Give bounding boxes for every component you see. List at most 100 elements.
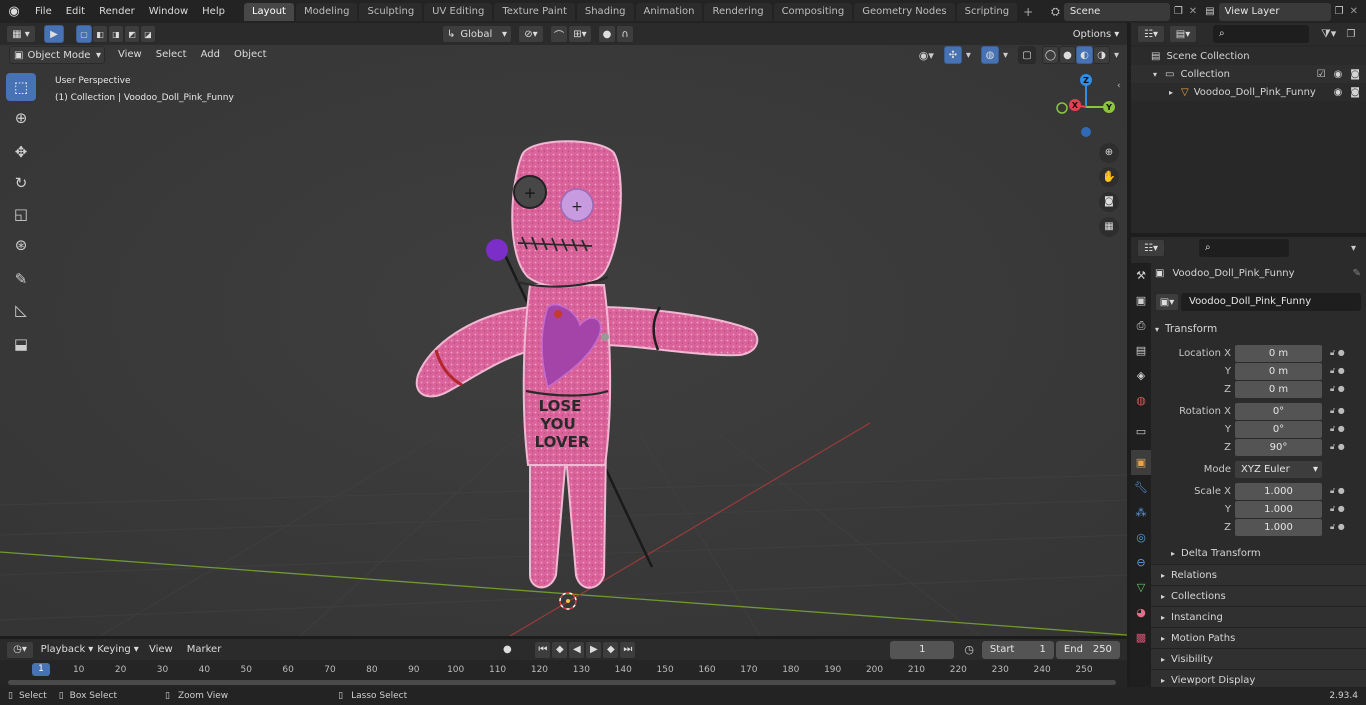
lock-icon[interactable]: 🔓︎ ● [1330,348,1345,358]
tab-shading[interactable]: Shading [576,2,634,21]
perspective-toggle-icon[interactable]: ▦ [1099,217,1119,237]
new-view-layer-icon[interactable]: ❐ [1335,6,1344,17]
options-dropdown[interactable]: Options ▾ [1069,25,1123,43]
filter-icon[interactable]: ⧩▾ [1321,27,1336,41]
annotate-tool-icon[interactable]: ✎ [6,265,36,293]
add-workspace-icon[interactable]: + [1023,5,1033,19]
scene-name-field[interactable]: Scene [1063,2,1170,21]
select-tool-icon[interactable]: ▶ [44,25,64,43]
object-name-field[interactable]: Voodoo_Doll_Pink_Funny [1181,293,1361,311]
outliner-search-input[interactable]: ⌕ [1213,25,1309,43]
section-instancing[interactable]: ▸ Instancing [1151,606,1366,627]
collapse-arrow-icon[interactable]: ▸ [1169,88,1173,97]
select-box-tool-icon[interactable]: ⬚ [6,73,36,101]
rotation-x-field[interactable]: 0° [1235,402,1322,420]
scale-y-field[interactable]: 1.000 [1235,500,1322,518]
viewport-menu-view[interactable]: View [111,45,149,65]
collection-tab-icon[interactable]: ▭ [1131,419,1151,444]
properties-editor-type-button[interactable]: ☷▾ [1137,239,1165,257]
transform-tool-icon[interactable]: ⊛ [6,231,36,259]
tab-compositing[interactable]: Compositing [773,2,853,21]
new-collection-icon[interactable]: ❐ [1346,29,1355,40]
outliner-editor-type-button[interactable]: ☷▾ [1137,25,1165,43]
delete-view-layer-icon[interactable]: ✕ [1350,6,1358,17]
snap-target-dropdown[interactable]: ⊞▾ [568,25,592,43]
tab-animation[interactable]: Animation [635,2,703,21]
scale-tool-icon[interactable]: ◱ [6,200,36,228]
xray-toggle-icon[interactable]: ▢ [1017,46,1036,64]
particles-tab-icon[interactable]: ⁂ [1131,500,1151,525]
menu-render[interactable]: Render [92,2,142,22]
section-motion-paths[interactable]: ▸ Motion Paths [1151,627,1366,648]
3d-viewport[interactable]: + + LOSE YOU LOVER User Perspective (1) … [0,45,1127,636]
timeline-menu-marker[interactable]: Marker [180,640,229,660]
tab-sculpting[interactable]: Sculpting [359,2,423,21]
outliner-row-scene-collection[interactable]: ▤ Scene Collection [1131,47,1366,65]
menu-edit[interactable]: Edit [59,2,92,22]
select-new-mode-icon[interactable]: ▢ [76,25,92,43]
outliner-row-collection[interactable]: ▾ ▭ Collection ☑ ◉ ◙ [1131,65,1366,83]
pivot-point-dropdown[interactable]: ⊘▾ [518,25,544,43]
transform-panel-header[interactable]: ▾ Transform [1155,319,1361,339]
lock-icon[interactable]: 🔓︎ ● [1330,442,1345,452]
viewport-menu-select[interactable]: Select [149,45,194,65]
view-layer-tab-icon[interactable]: ▤ [1131,338,1151,363]
datablock-browse-button[interactable]: ▣▾ [1155,293,1179,311]
cursor-tool-icon[interactable]: ⊕ [6,104,36,132]
view-layer-field[interactable]: View Layer [1218,2,1331,21]
jump-end-icon[interactable]: ⏭ [619,640,637,659]
sidebar-toggle-arrow-icon[interactable]: ‹ [1117,81,1121,91]
properties-search-input[interactable]: ⌕ [1199,239,1289,257]
tab-geometry-nodes[interactable]: Geometry Nodes [854,2,955,21]
delta-transform-header[interactable]: ▸ Delta Transform [1155,544,1361,562]
end-frame-field[interactable]: End 250 [1055,640,1120,659]
exclude-checkbox-icon[interactable]: ☑ [1317,69,1326,80]
current-frame-field[interactable]: 1 [890,640,955,659]
pan-hand-icon[interactable]: ✋ [1099,167,1119,187]
add-cube-tool-icon[interactable]: ⬓ [6,330,36,358]
select-intersect-mode-icon[interactable]: ◪ [140,25,156,43]
hide-eye-icon[interactable]: ◉ [1334,87,1343,98]
chevron-down-icon[interactable]: ▾ [1003,50,1008,61]
object-mode-dropdown[interactable]: ▣ Object Mode ▾ [9,46,105,64]
rotation-mode-dropdown[interactable]: XYZ Euler ▾ [1235,460,1322,478]
render-camera-icon[interactable]: ◙ [1350,87,1360,98]
start-frame-field[interactable]: Start 1 [981,640,1054,659]
jump-start-icon[interactable]: ⏮ [534,640,552,659]
section-relations[interactable]: ▸ Relations [1151,564,1366,585]
scale-z-field[interactable]: 1.000 [1235,518,1322,536]
blender-logo-icon[interactable]: ◉ [0,4,28,19]
auto-keying-toggle[interactable]: ● [498,640,517,659]
snap-toggle[interactable]: ⌒ [550,25,568,43]
timeline-editor-type-button[interactable]: ◷▾ [6,640,34,659]
jump-keyframe-forward-icon[interactable]: ◆ [602,640,620,659]
view-layer-icon[interactable]: ▤ [1205,6,1214,17]
timeline-scrollbar[interactable] [8,680,1116,685]
transform-orientation-dropdown[interactable]: ↳ Global ▾ [442,25,512,43]
new-scene-icon[interactable]: ❐ [1174,6,1183,17]
scene-tab-icon[interactable]: ◈ [1131,363,1151,388]
output-tab-icon[interactable]: ⎙ [1131,313,1151,338]
outliner-row-object[interactable]: ▸ ▽ Voodoo_Doll_Pink_Funny ◉ ◙ [1131,83,1366,101]
lock-icon[interactable]: 🔓︎ ● [1330,384,1345,394]
camera-view-icon[interactable]: ◙ [1099,192,1119,212]
scene-icon[interactable]: ⛭ [1051,5,1060,19]
chevron-down-icon[interactable]: ▾ [1114,50,1119,61]
proportional-editing-toggle[interactable]: ● [598,25,616,43]
timeline[interactable]: 1102030405060708090100110120130140150160… [0,660,1127,687]
pin-icon[interactable]: ✎ [1353,268,1361,279]
tab-layout[interactable]: Layout [243,2,294,21]
rotation-z-field[interactable]: 90° [1235,438,1322,456]
chevron-down-icon[interactable]: ▾ [966,50,971,61]
modifier-tab-icon[interactable]: 🔧︎ [1131,475,1151,500]
rotation-y-field[interactable]: 0° [1235,420,1322,438]
wireframe-shading-icon[interactable]: ◯ [1041,46,1059,64]
hide-eye-icon[interactable]: ◉ [1334,69,1343,80]
world-tab-icon[interactable]: ◍ [1131,388,1151,413]
viewport-menu-object[interactable]: Object [227,45,274,65]
delete-scene-icon[interactable]: ✕ [1189,6,1197,17]
material-tab-icon[interactable]: ◕ [1131,600,1151,625]
play-reverse-icon[interactable]: ◀ [568,640,586,659]
navigation-gizmo[interactable]: Z Y X [1051,72,1121,142]
tool-tab-icon[interactable]: ⚒ [1131,263,1151,288]
